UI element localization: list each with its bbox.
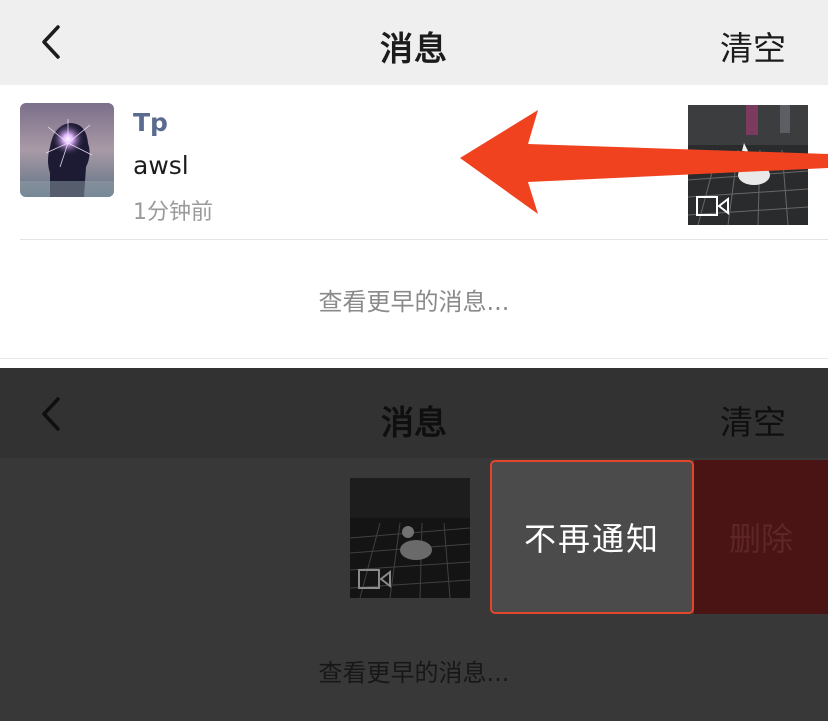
see-earlier-link[interactable]: 查看更早的消息... bbox=[0, 653, 828, 688]
page-title: 消息 bbox=[380, 29, 448, 68]
navbar: 消息 清空 bbox=[0, 368, 828, 458]
navbar: 消息 清空 bbox=[0, 0, 828, 85]
divider bbox=[20, 239, 828, 240]
clear-button[interactable]: 清空 bbox=[720, 22, 786, 70]
messages-screen-normal: 消息 清空 Tp awsl 1分钟前 查看更早的消息... bbox=[0, 0, 828, 368]
messages-screen-swiped: 消息 清空 不再通知 删除 查看更早的消息... bbox=[0, 368, 828, 721]
clear-button[interactable]: 清空 bbox=[720, 396, 786, 444]
video-thumbnail[interactable] bbox=[350, 478, 470, 598]
message-username[interactable]: Tp bbox=[133, 108, 168, 137]
mute-notifications-button[interactable]: 不再通知 bbox=[490, 460, 694, 614]
red-arrow-left-icon bbox=[460, 110, 828, 214]
avatar[interactable] bbox=[20, 103, 114, 197]
message-time: 1分钟前 bbox=[133, 200, 213, 225]
delete-button[interactable]: 删除 bbox=[694, 460, 828, 614]
page-title: 消息 bbox=[381, 403, 447, 442]
see-earlier-link[interactable]: 查看更早的消息... bbox=[0, 282, 828, 317]
message-text: awsl bbox=[133, 151, 189, 180]
divider bbox=[0, 358, 828, 359]
